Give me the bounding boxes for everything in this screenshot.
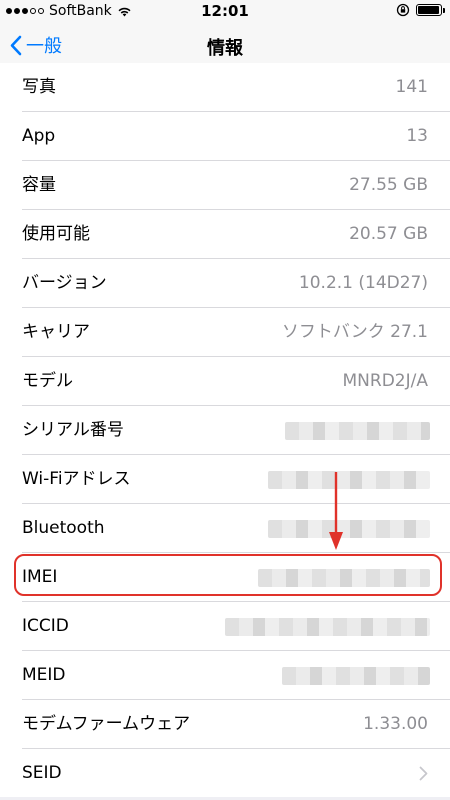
row-modem-firmware: モデムファームウェア 1.33.00: [0, 700, 450, 749]
status-time: 12:01: [201, 2, 249, 20]
row-label: シリアル番号: [22, 420, 124, 440]
redacted-value: [282, 667, 430, 685]
row-meid: MEID: [0, 651, 450, 700]
row-value: 10.2.1 (14D27): [298, 273, 428, 293]
row-label: App: [22, 126, 56, 146]
row-label: MEID: [22, 665, 66, 685]
row-label: ICCID: [22, 616, 69, 636]
redacted-value: [285, 422, 430, 440]
row-label: キャリア: [22, 322, 90, 342]
page-title: 情報: [207, 38, 243, 59]
redacted-value: [225, 618, 430, 636]
redacted-value: [268, 471, 430, 489]
row-label: モデムファームウェア: [22, 714, 191, 734]
row-imei: IMEI: [0, 553, 450, 602]
row-label: モデル: [22, 371, 73, 391]
screen: SoftBank 12:01 一般 情報 写真 141 App 13 容量 27…: [0, 0, 450, 800]
status-bar: SoftBank 12:01: [0, 0, 450, 22]
row-value: ソフトバンク 27.1: [281, 322, 428, 342]
redacted-value: [258, 569, 430, 587]
settings-list: 写真 141 App 13 容量 27.55 GB 使用可能 20.57 GB …: [0, 63, 450, 798]
row-label: 使用可能: [22, 224, 90, 244]
row-value: 20.57 GB: [349, 224, 428, 244]
row-value: 141: [395, 77, 428, 97]
row-serial-number: シリアル番号: [0, 406, 450, 455]
row-apps: App 13: [0, 112, 450, 161]
row-capacity: 容量 27.55 GB: [0, 161, 450, 210]
row-label: バージョン: [22, 273, 107, 293]
row-iccid: ICCID: [0, 602, 450, 651]
row-version: バージョン 10.2.1 (14D27): [0, 259, 450, 308]
row-value: 13: [406, 126, 428, 146]
row-label: 写真: [22, 77, 56, 97]
row-value: MNRD2J/A: [342, 371, 428, 391]
battery-fill: [418, 6, 439, 14]
orientation-lock-icon: [396, 3, 410, 17]
row-label: Bluetooth: [22, 518, 105, 538]
row-wifi-address: Wi-Fiアドレス: [0, 455, 450, 504]
row-model[interactable]: モデル MNRD2J/A: [0, 357, 450, 406]
battery-icon: [416, 4, 445, 16]
row-seid[interactable]: SEID: [0, 749, 450, 798]
row-bluetooth: Bluetooth: [0, 504, 450, 553]
row-label: IMEI: [22, 567, 58, 587]
row-carrier[interactable]: キャリア ソフトバンク 27.1: [0, 308, 450, 357]
row-value: 1.33.00: [363, 714, 428, 734]
status-right: [396, 3, 445, 17]
row-label: SEID: [22, 763, 62, 783]
chevron-right-icon: [419, 766, 428, 781]
row-value: 27.55 GB: [349, 175, 428, 195]
row-label: Wi-Fiアドレス: [22, 469, 131, 489]
row-label: 容量: [22, 175, 56, 195]
redacted-value: [268, 520, 430, 538]
row-photos: 写真 141: [0, 63, 450, 112]
row-available: 使用可能 20.57 GB: [0, 210, 450, 259]
